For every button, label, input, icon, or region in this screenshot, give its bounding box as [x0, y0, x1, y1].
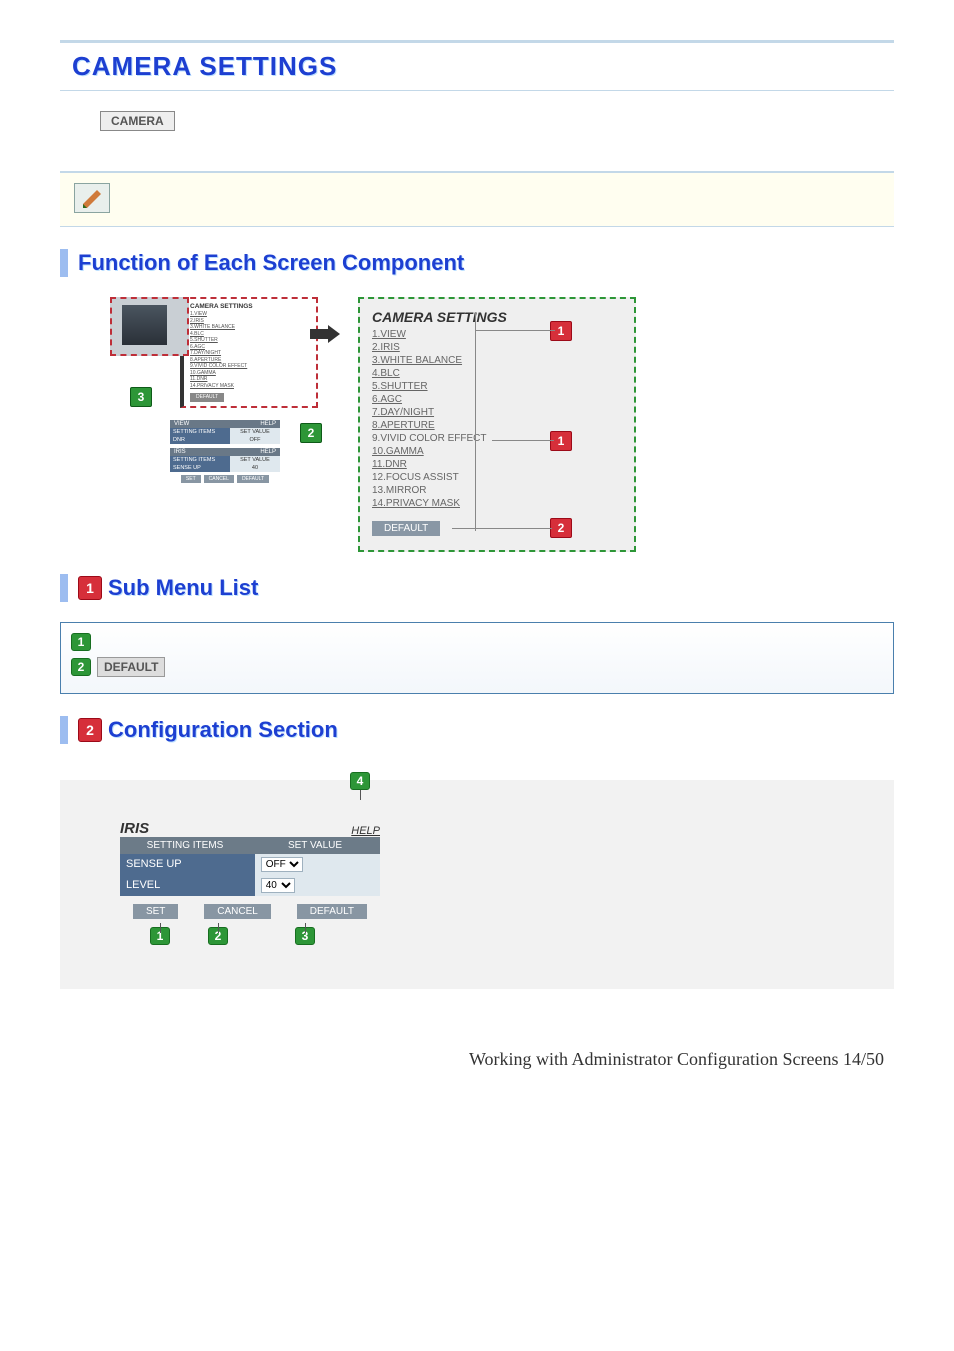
iris-row-level: LEVEL 40 [120, 875, 380, 896]
section-heading-submenu: 1 Sub Menu List [60, 574, 894, 602]
cancel-button[interactable]: CANCEL [204, 904, 271, 919]
menu-item-vivid-color[interactable]: 9.VIVID COLOR EFFECT [372, 433, 622, 444]
submenu-box: 1 2 DEFAULT [60, 622, 894, 694]
menu-item-mirror[interactable]: 13.MIRROR [372, 485, 622, 496]
callout-1-red-top: 1 [550, 321, 572, 341]
default-button[interactable]: DEFAULT [297, 904, 367, 919]
menu-item-agc[interactable]: 6.AGC [372, 394, 622, 405]
iris-title: IRIS [120, 820, 149, 837]
menu-item-iris[interactable]: 2.IRIS [372, 342, 622, 353]
iris-buttons-row: SET CANCEL DEFAULT [120, 896, 380, 919]
badge-2-green: 2 [71, 658, 91, 676]
page-header: CAMERA SETTINGS [60, 40, 894, 91]
menu-item-focus-assist[interactable]: 12.FOCUS ASSIST [372, 472, 622, 483]
badge-2-red: 2 [78, 718, 102, 742]
callout-3: 3 [130, 387, 152, 407]
menu-item-gamma[interactable]: 10.GAMMA [372, 446, 622, 457]
menu-item-white-balance[interactable]: 3.WHITE BALANCE [372, 355, 622, 366]
mini-menu-list: CAMERA SETTINGS 1.VIEW 2.IRIS 3.WHITE BA… [180, 297, 318, 408]
section-bar-icon [60, 716, 68, 744]
default-button[interactable]: DEFAULT [97, 657, 165, 677]
diagram-left-block: CAMERA SETTINGS 1.VIEW 2.IRIS 3.WHITE BA… [110, 297, 318, 483]
iris-row-sense-up: SENSE UP OFF [120, 854, 380, 875]
help-link[interactable]: HELP [351, 825, 380, 837]
section-heading-config: 2 Configuration Section [60, 716, 894, 744]
column-header-setting-items: SETTING ITEMS [120, 837, 250, 854]
menu-item-blc[interactable]: 4.BLC [372, 368, 622, 379]
callout-1-red-mid: 1 [550, 431, 572, 451]
panel-heading: CAMERA SETTINGS [372, 309, 622, 325]
badge-1-red: 1 [78, 576, 102, 600]
section-heading-text: Sub Menu List [108, 575, 258, 601]
menu-item-aperture[interactable]: 8.APERTURE [372, 420, 622, 431]
iris-marker-row: 1 2 3 [120, 919, 380, 949]
menu-item-shutter[interactable]: 5.SHUTTER [372, 381, 622, 392]
menu-item-dnr[interactable]: 11.DNR [372, 459, 622, 470]
badge-1-green: 1 [71, 633, 91, 651]
section-heading-function: Function of Each Screen Component [60, 249, 894, 277]
iris-header-row: SETTING ITEMS SET VALUE [120, 837, 380, 854]
section-heading-text: Configuration Section [108, 717, 338, 743]
callout-4: 4 [350, 772, 370, 790]
column-header-set-value: SET VALUE [250, 837, 380, 854]
iris-panel: 4 IRIS HELP SETTING ITEMS SET VALUE SENS… [120, 820, 380, 949]
level-select[interactable]: 40 [261, 878, 295, 893]
camera-tab-button[interactable]: CAMERA [100, 111, 175, 131]
callout-1: 1 [150, 927, 170, 945]
page-footer: Working with Administrator Configuration… [60, 1049, 894, 1070]
mini-config-panel-view: VIEWHELP SETTING ITEMSSET VALUE DNROFF [170, 420, 280, 444]
section-heading-text: Function of Each Screen Component [78, 250, 464, 276]
row-label: SENSE UP [120, 854, 255, 875]
callout-2: 2 [208, 927, 228, 945]
callout-2-red: 2 [550, 518, 572, 538]
page-title: CAMERA SETTINGS [72, 51, 882, 82]
camera-preview-thumb [110, 297, 189, 356]
callout-2-green: 2 [300, 423, 322, 443]
arrow-right-icon [310, 325, 340, 343]
camera-settings-panel: CAMERA SETTINGS 1.VIEW 2.IRIS 3.WHITE BA… [358, 297, 636, 552]
row-label: LEVEL [120, 875, 255, 896]
default-button[interactable]: DEFAULT [372, 521, 440, 536]
diagram-area: CAMERA SETTINGS 1.VIEW 2.IRIS 3.WHITE BA… [110, 297, 894, 552]
sense-up-select[interactable]: OFF [261, 857, 303, 872]
callout-3: 3 [295, 927, 315, 945]
section-bar-icon [60, 574, 68, 602]
config-box: 4 IRIS HELP SETTING ITEMS SET VALUE SENS… [60, 780, 894, 989]
menu-item-day-night[interactable]: 7.DAY/NIGHT [372, 407, 622, 418]
set-button[interactable]: SET [133, 904, 178, 919]
section-bar-icon [60, 249, 68, 277]
mini-config-panel-iris: IRISHELP SETTING ITEMSSET VALUE SENSE UP… [170, 448, 280, 483]
note-band [60, 171, 894, 227]
menu-item-privacy-mask[interactable]: 14.PRIVACY MASK [372, 498, 622, 509]
mini-list-heading: CAMERA SETTINGS [190, 303, 253, 310]
pencil-note-icon [74, 183, 110, 213]
